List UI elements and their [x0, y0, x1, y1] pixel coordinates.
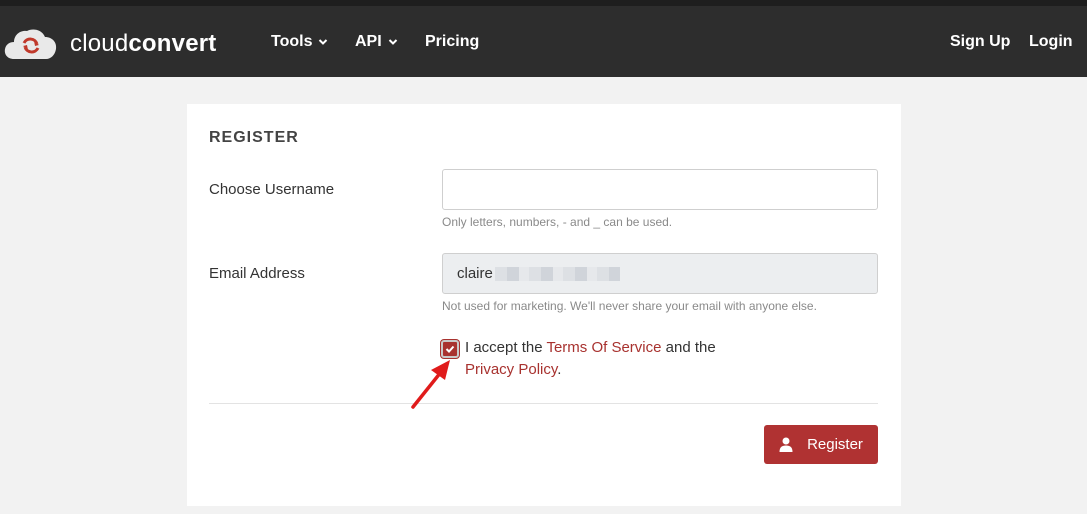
- form-divider: [209, 403, 878, 404]
- brand-name: cloudconvert: [70, 30, 217, 57]
- register-button-label: Register: [807, 436, 863, 453]
- register-card: REGISTER Choose Username Only letters, n…: [187, 104, 901, 506]
- nav-login-link[interactable]: Login: [1029, 33, 1073, 51]
- email-help-text: Not used for marketing. We'll never shar…: [442, 299, 817, 313]
- nav-signup-link[interactable]: Sign Up: [950, 33, 1010, 51]
- email-label: Email Address: [209, 265, 305, 282]
- email-input[interactable]: claire: [442, 253, 878, 294]
- cloud-logo-icon: [4, 29, 57, 59]
- brand-logo-link[interactable]: cloudconvert: [4, 22, 216, 66]
- register-title: REGISTER: [209, 129, 299, 146]
- username-input[interactable]: [442, 169, 878, 210]
- annotation-arrow-icon: [411, 360, 450, 409]
- username-label: Choose Username: [209, 181, 335, 198]
- register-button[interactable]: Register: [764, 425, 878, 464]
- caret-down-icon: [319, 39, 328, 45]
- accept-terms-text: I accept the Terms Of Service and the Pri…: [465, 339, 716, 378]
- terms-of-service-link[interactable]: Terms Of Service: [546, 339, 661, 356]
- user-icon: [779, 437, 793, 452]
- username-help-text: Only letters, numbers, - and _ can be us…: [442, 215, 673, 229]
- nav-tools-label: Tools: [271, 33, 313, 50]
- nav-tools-dropdown[interactable]: Tools: [271, 33, 328, 51]
- nav-api-dropdown[interactable]: API: [355, 33, 398, 51]
- nav-api-label: API: [355, 33, 382, 50]
- privacy-policy-link[interactable]: Privacy Policy: [465, 361, 557, 378]
- top-navbar: cloudconvert Tools API Pricing Sign Up L…: [0, 0, 1087, 77]
- email-value: claire: [457, 265, 493, 282]
- caret-down-icon: [388, 39, 397, 45]
- email-redaction: [494, 267, 620, 282]
- nav-pricing-link[interactable]: Pricing: [425, 33, 479, 51]
